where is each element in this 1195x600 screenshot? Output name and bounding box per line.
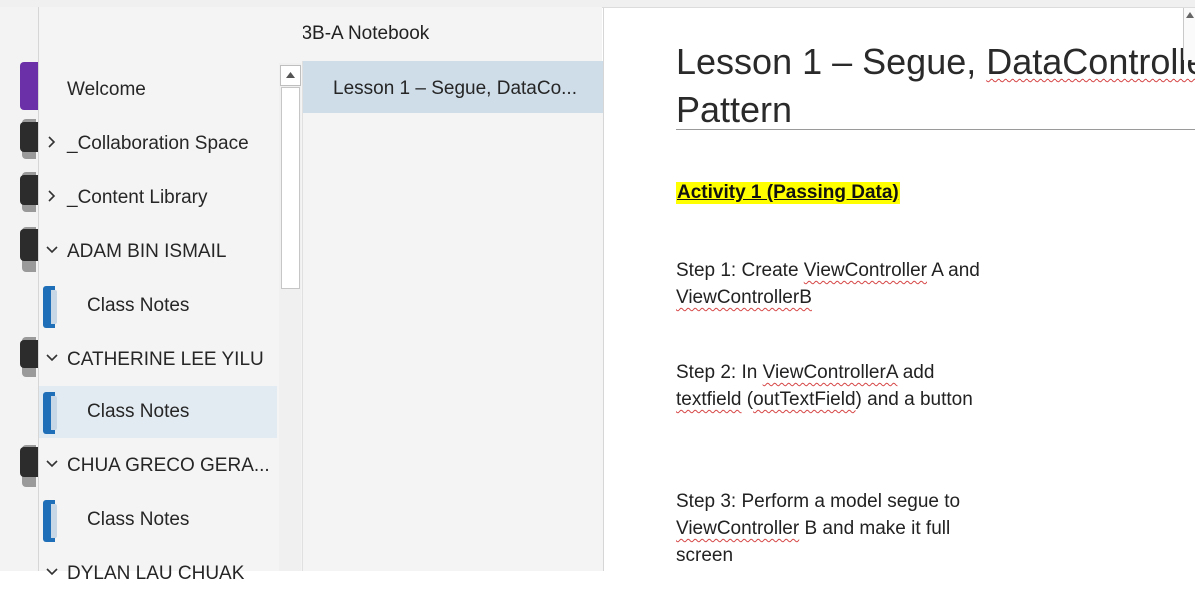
section-label: DYLAN LAU CHUAK bbox=[67, 563, 245, 584]
caret-up-icon bbox=[286, 72, 295, 78]
chevron-right-icon[interactable] bbox=[45, 186, 59, 206]
notebook-tab[interactable] bbox=[20, 340, 38, 368]
text-run-misspelled: ViewControllerA bbox=[762, 362, 898, 383]
section-group-adam-bin-ismail[interactable]: ADAM BIN ISMAIL bbox=[39, 226, 277, 278]
text-run-misspelled: ViewController bbox=[676, 518, 800, 539]
page-title[interactable]: Lesson 1 – Segue, DataControlle Pattern bbox=[676, 38, 1195, 134]
section-group-content-library[interactable]: _Content Library bbox=[39, 172, 277, 224]
step-3-text[interactable]: Step 3: Perform a model segue to ViewCon… bbox=[676, 488, 996, 569]
step-2-text[interactable]: Step 2: In ViewControllerA add textfield… bbox=[676, 359, 996, 413]
text-run-misspelled: textfield bbox=[676, 389, 742, 410]
title-text-misspelled: DataControlle bbox=[986, 41, 1195, 82]
scroll-up-button[interactable] bbox=[280, 65, 301, 86]
section-color-icon bbox=[43, 286, 57, 328]
notebook-tab[interactable] bbox=[20, 229, 38, 261]
page-item-lesson-1[interactable]: Lesson 1 – Segue, DataCo... bbox=[303, 61, 603, 113]
scrollbar-thumb[interactable] bbox=[281, 87, 300, 289]
section-item-class-notes[interactable]: Class Notes bbox=[39, 494, 277, 546]
title-text: Lesson 1 – Segue, bbox=[676, 41, 987, 82]
section-item-class-notes[interactable]: Class Notes bbox=[39, 280, 277, 332]
notebook-tab[interactable] bbox=[20, 447, 38, 477]
notebook-tab-gutter bbox=[0, 7, 38, 571]
text-run: A and bbox=[927, 260, 980, 281]
section-label: _Collaboration Space bbox=[67, 133, 249, 154]
section-group-dylan-lau-chuak[interactable]: DYLAN LAU CHUAK bbox=[39, 548, 277, 600]
section-label: CHUA GRECO GERA... bbox=[67, 455, 270, 476]
section-label: Welcome bbox=[67, 79, 146, 100]
section-label: _Content Library bbox=[67, 187, 208, 208]
chevron-down-icon[interactable] bbox=[45, 240, 59, 260]
title-divider bbox=[676, 129, 1195, 130]
notebook-tab[interactable] bbox=[20, 175, 38, 205]
activity-heading[interactable]: Activity 1 (Passing Data) bbox=[676, 182, 900, 204]
text-run: add bbox=[897, 362, 935, 383]
notebook-tab-active[interactable] bbox=[20, 62, 38, 110]
section-group-chua-greco-gera[interactable]: CHUA GRECO GERA... bbox=[39, 440, 277, 492]
section-label: Class Notes bbox=[87, 295, 190, 316]
text-run-misspelled: outTextField bbox=[753, 389, 856, 410]
section-label: CATHERINE LEE YILU bbox=[67, 349, 264, 370]
canvas-scroll-up-button[interactable] bbox=[1183, 8, 1195, 60]
section-label: ADAM BIN ISMAIL bbox=[67, 241, 227, 262]
text-run: ) and a button bbox=[855, 389, 973, 410]
text-run: Step 1: Create bbox=[676, 260, 804, 281]
chevron-right-icon[interactable] bbox=[45, 132, 59, 152]
section-color-icon bbox=[43, 500, 57, 542]
step-1-text[interactable]: Step 1: Create ViewController A and View… bbox=[676, 257, 996, 311]
title-text: Pattern bbox=[676, 89, 793, 130]
chevron-down-icon[interactable] bbox=[45, 562, 59, 582]
section-label: Class Notes bbox=[87, 401, 190, 422]
chevron-down-icon[interactable] bbox=[45, 348, 59, 368]
section-list-pane: Welcome _Collaboration Space _Content Li… bbox=[38, 7, 303, 584]
page-list-pane: Lesson 1 – Segue, DataCo... bbox=[302, 61, 603, 571]
text-run: ( bbox=[741, 389, 754, 410]
text-run-misspelled: ViewController bbox=[803, 260, 927, 281]
notebook-tab[interactable] bbox=[20, 122, 38, 152]
section-scrollbar[interactable] bbox=[279, 63, 301, 571]
chevron-down-icon[interactable] bbox=[45, 454, 59, 474]
note-canvas[interactable]: Lesson 1 – Segue, DataControlle Pattern … bbox=[603, 8, 1195, 571]
section-color-icon bbox=[43, 392, 57, 434]
page-label: Lesson 1 – Segue, DataCo... bbox=[333, 78, 577, 99]
text-run: Step 3: Perform a model segue to bbox=[676, 491, 961, 512]
text-run: Step 2: In bbox=[676, 362, 763, 383]
section-item-class-notes-selected[interactable]: Class Notes bbox=[39, 386, 277, 438]
section-group-collaboration-space[interactable]: _Collaboration Space bbox=[39, 118, 277, 170]
section-item-welcome[interactable]: Welcome bbox=[39, 64, 277, 116]
text-run-misspelled: ViewControllerB bbox=[676, 287, 812, 308]
section-group-catherine-lee-yilu[interactable]: CATHERINE LEE YILU bbox=[39, 334, 277, 386]
section-label: Class Notes bbox=[87, 509, 190, 530]
